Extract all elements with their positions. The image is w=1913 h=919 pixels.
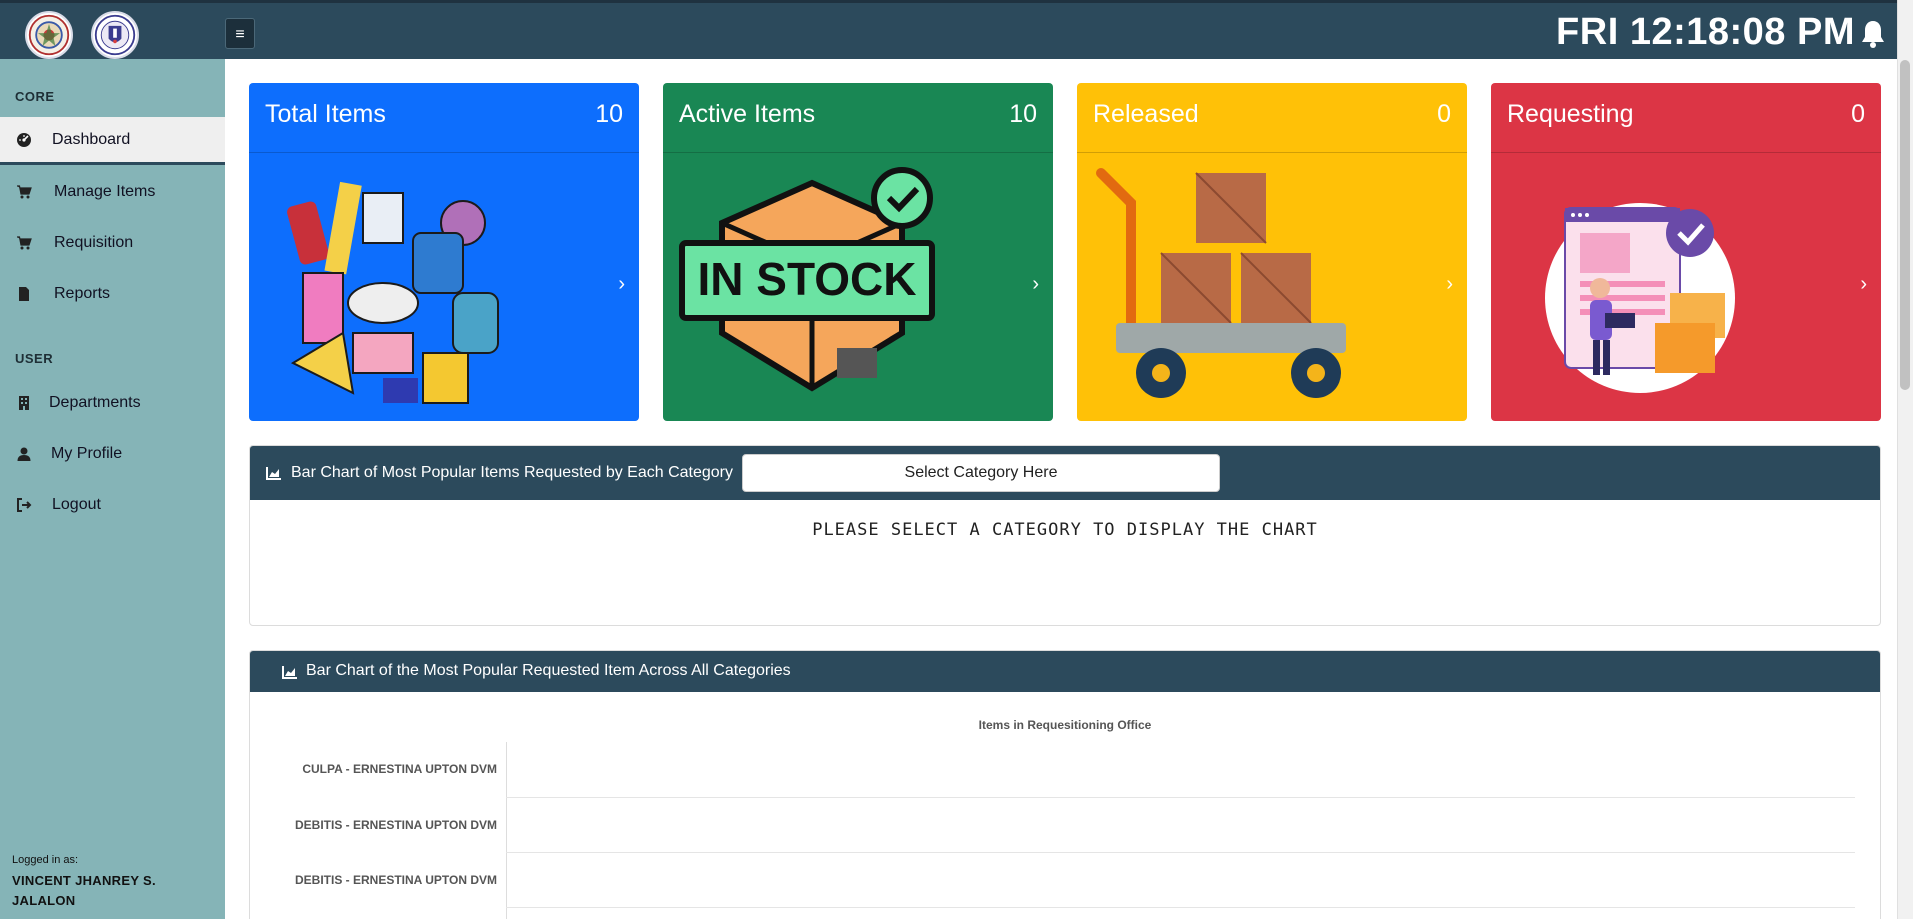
chevron-right-icon[interactable]: ›: [1860, 273, 1867, 296]
notification-bell-icon[interactable]: [1860, 19, 1886, 49]
sidebar-toggle-button[interactable]: ≡: [225, 18, 255, 49]
category-chart-panel: Bar Chart of Most Popular Items Requeste…: [249, 445, 1881, 626]
sidebar-heading-user: USER: [15, 351, 54, 366]
clock-display: FRI 12:18:08 PM: [1556, 11, 1855, 53]
card-title: Requesting: [1507, 100, 1634, 128]
sidebar-item-label: Manage Items: [54, 183, 156, 200]
scrollbar-thumb[interactable]: [1900, 60, 1910, 390]
card-title: Total Items: [265, 100, 386, 128]
sign-out-icon: [17, 498, 32, 512]
sidebar-item-label: Reports: [54, 285, 111, 302]
card-count: 0: [1437, 100, 1451, 128]
building-icon: [19, 396, 29, 410]
card-active-items[interactable]: Active Items 10 IN STOCK ›: [663, 83, 1053, 421]
file-icon: [19, 287, 29, 301]
page-scrollbar[interactable]: [1897, 0, 1913, 919]
popular-items-header: Bar Chart of the Most Popular Requested …: [250, 651, 1880, 692]
grid-line: [506, 907, 1855, 908]
category-select[interactable]: Select Category Here: [742, 454, 1220, 492]
sidebar-item-label: Departments: [49, 394, 141, 411]
sidebar-item-dashboard[interactable]: Dashboard: [0, 117, 225, 165]
deped-seal-logo: [91, 11, 139, 59]
school-supplies-illustration: [287, 181, 499, 404]
in-stock-text: IN STOCK: [698, 253, 917, 305]
card-requesting[interactable]: Requesting 0 ›: [1491, 83, 1881, 421]
category-chart-header: Bar Chart of Most Popular Items Requeste…: [250, 446, 1880, 500]
cart-icon: [17, 236, 32, 250]
card-title: Released: [1093, 100, 1199, 128]
chart-title: Items in Requesitioning Office: [978, 718, 1152, 732]
sidebar: CORE Dashboard Manage Items Requisition …: [0, 59, 225, 919]
popular-items-title: Bar Chart of the Most Popular Requested …: [306, 662, 791, 679]
sidebar-item-departments[interactable]: Departments: [0, 379, 225, 427]
chevron-right-icon[interactable]: ›: [1446, 273, 1453, 296]
online-ordering-illustration: [1545, 203, 1735, 393]
y-tick-label: DEBITIS - ERNESTINA UPTON DVM: [294, 818, 497, 832]
cart-icon: [17, 185, 32, 199]
card-count: 10: [1009, 100, 1037, 128]
sidebar-item-my-profile[interactable]: My Profile: [0, 430, 225, 478]
grid-line: [506, 797, 1855, 798]
card-count: 0: [1851, 100, 1865, 128]
tachometer-icon: [17, 132, 31, 147]
select-category-message: PLEASE SELECT A CATEGORY TO DISPLAY THE …: [812, 520, 1318, 540]
logged-in-label: Logged in as:: [12, 854, 79, 866]
y-axis-line: [506, 742, 507, 919]
sidebar-heading-core: CORE: [15, 89, 55, 104]
area-chart-icon: [266, 467, 281, 480]
y-tick-label: DEBITIS - ERNESTINA UPTON DVM: [294, 873, 497, 887]
sidebar-item-logout[interactable]: Logout: [0, 481, 225, 529]
in-stock-box-illustration: IN STOCK: [679, 167, 935, 392]
y-tick-label: CULPA - ERNESTINA UPTON DVM: [302, 762, 497, 776]
sidebar-item-label: Requisition: [54, 234, 134, 251]
school-seal-logo: [25, 11, 73, 59]
cart-with-boxes-illustration: [1096, 168, 1346, 398]
card-total-items[interactable]: Total Items 10 ›: [249, 83, 639, 421]
sidebar-item-label: Logout: [52, 496, 101, 513]
sidebar-item-manage-items[interactable]: Manage Items: [0, 168, 225, 216]
sidebar-item-requisition[interactable]: Requisition: [0, 219, 225, 267]
card-title: Active Items: [679, 100, 816, 128]
chevron-right-icon[interactable]: ›: [1032, 273, 1039, 296]
sidebar-item-label: Dashboard: [52, 130, 131, 148]
sidebar-item-reports[interactable]: Reports: [0, 270, 225, 318]
card-count: 10: [595, 100, 623, 128]
user-icon: [17, 447, 31, 461]
category-chart-title: Bar Chart of Most Popular Items Requeste…: [291, 464, 733, 481]
sidebar-item-label: My Profile: [51, 445, 123, 462]
card-released[interactable]: Released 0 ›: [1077, 83, 1467, 421]
grid-line: [506, 852, 1855, 853]
logged-in-user-name: VINCENT JHANREY S. JALALON: [12, 873, 156, 908]
top-navbar: ≡ FRI 12:18:08 PM: [0, 0, 1913, 59]
area-chart-icon: [282, 666, 297, 679]
chevron-right-icon[interactable]: ›: [618, 273, 625, 296]
